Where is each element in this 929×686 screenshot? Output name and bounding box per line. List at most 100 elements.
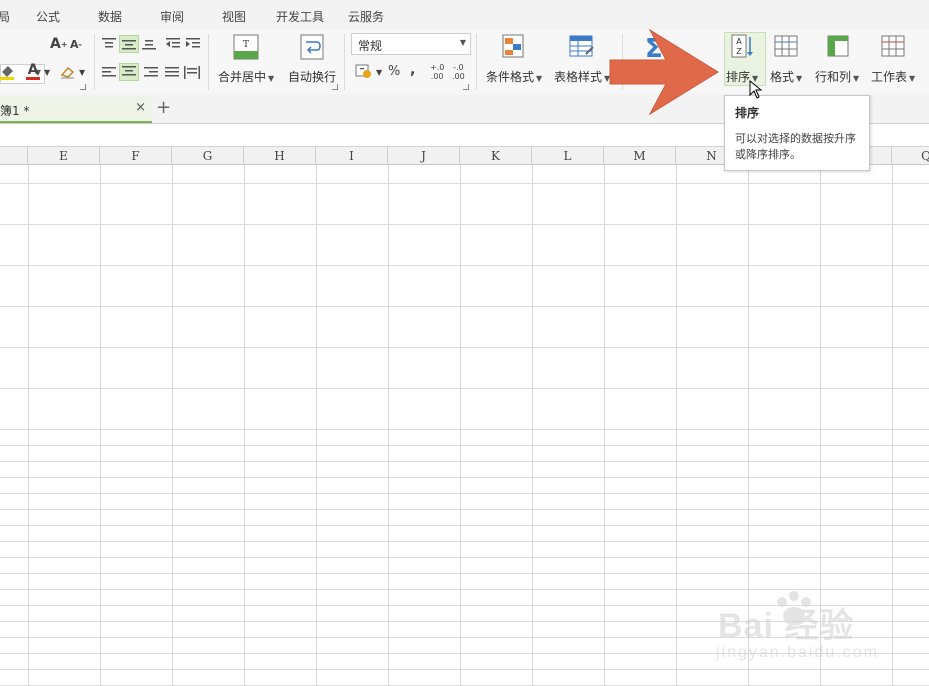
watermark-url: jingyan.baidu.com — [716, 644, 879, 661]
mouse-cursor-icon — [749, 80, 763, 99]
comma-style-button[interactable]: , — [410, 62, 415, 78]
row-gridline — [0, 347, 929, 348]
column-header[interactable]: E — [28, 147, 100, 165]
menu-data[interactable]: 数据 — [98, 8, 122, 25]
align-right-icon — [144, 67, 158, 77]
eraser-icon — [60, 66, 75, 79]
font-grow-button[interactable]: A + — [50, 36, 68, 52]
percent-button[interactable]: % — [388, 64, 400, 79]
annotation-arrow-icon — [609, 28, 719, 116]
column-header[interactable]: K — [460, 147, 532, 165]
chevron-down-icon: ▼ — [268, 74, 275, 83]
currency-button[interactable] — [355, 64, 375, 80]
wrap-text-button[interactable]: 自动换行 — [288, 32, 336, 85]
watermark-text: Bai 经验 — [718, 607, 855, 645]
merge-center-button[interactable]: T 合并居中 ▼ — [218, 32, 274, 85]
distribute-button[interactable] — [184, 66, 200, 79]
table-style-button[interactable]: 表格样式 ▼ — [554, 32, 610, 85]
chevron-down-icon: ▼ — [909, 74, 916, 83]
row-gridline — [0, 445, 929, 446]
baidu-watermark: Bai 经验 jingyan.baidu.com — [710, 591, 925, 686]
menu-cloud[interactable]: 云服务 — [348, 8, 384, 25]
increase-indent-button[interactable] — [186, 38, 200, 50]
menu-developer[interactable]: 开发工具 — [276, 8, 324, 25]
align-left-button[interactable] — [102, 67, 116, 79]
column-header-d[interactable] — [0, 147, 28, 165]
conditional-format-button[interactable]: 条件格式 ▼ — [486, 32, 542, 85]
column-gridline — [28, 165, 29, 686]
rows-cols-icon — [824, 34, 850, 60]
row-gridline — [0, 224, 929, 225]
separator — [94, 34, 95, 90]
increase-decimal-button[interactable]: +.0.00 — [430, 63, 444, 81]
align-bottom-button[interactable] — [142, 38, 156, 50]
format-button[interactable]: 格式 ▼ — [770, 32, 802, 85]
number-dialog-launcher[interactable] — [463, 84, 469, 90]
column-gridline — [460, 165, 461, 686]
row-gridline — [0, 265, 929, 266]
justify-button[interactable] — [165, 67, 179, 79]
column-gridline — [388, 165, 389, 686]
column-header[interactable]: L — [532, 147, 604, 165]
align-right-button[interactable] — [144, 67, 158, 79]
row-gridline — [0, 557, 929, 558]
close-icon[interactable]: × — [135, 100, 146, 115]
chevron-down-icon[interactable]: ▼ — [376, 68, 382, 77]
svg-text:Z: Z — [736, 47, 742, 56]
row-gridline — [0, 306, 929, 307]
column-gridline — [604, 165, 605, 686]
fill-color-button[interactable] — [0, 64, 16, 80]
row-gridline — [0, 429, 929, 430]
sort-button[interactable]: AZ 排序 ▼ — [726, 32, 758, 85]
column-header[interactable]: M — [604, 147, 676, 165]
column-header[interactable]: F — [100, 147, 172, 165]
column-header[interactable]: H — [244, 147, 316, 165]
outdent-icon — [166, 38, 180, 48]
add-tab-icon[interactable]: + — [156, 97, 171, 118]
menu-review[interactable]: 审阅 — [160, 8, 184, 25]
chevron-down-icon[interactable]: ▼ — [44, 68, 50, 77]
column-header[interactable]: Q — [892, 147, 929, 165]
menu-view[interactable]: 视图 — [222, 8, 246, 25]
align-middle-icon — [122, 40, 136, 50]
rows-cols-button[interactable]: 行和列 ▼ — [815, 32, 859, 85]
align-middle-button[interactable] — [119, 35, 139, 53]
chevron-down-icon: ▼ — [796, 74, 803, 83]
decrease-indent-button[interactable] — [166, 38, 180, 50]
row-gridline — [0, 493, 929, 494]
align-center-button[interactable] — [119, 63, 139, 81]
font-shrink-button[interactable]: A- — [70, 38, 82, 51]
row-gridline — [0, 573, 929, 574]
clear-format-button[interactable] — [60, 65, 78, 79]
font-color-swatch — [26, 77, 40, 80]
align-center-icon — [122, 66, 136, 76]
row-gridline — [0, 183, 929, 184]
align-top-icon — [102, 38, 116, 48]
column-gridline — [244, 165, 245, 686]
svg-text:A: A — [736, 37, 742, 46]
separator — [476, 34, 477, 90]
chevron-down-icon[interactable]: ▼ — [79, 68, 85, 77]
decrease-decimal-button[interactable]: -.0.00 — [452, 63, 465, 81]
menu-formulas[interactable]: 公式 — [36, 8, 60, 25]
font-dialog-launcher[interactable] — [80, 84, 86, 90]
alignment-dialog-launcher[interactable] — [332, 84, 338, 90]
row-gridline — [0, 461, 929, 462]
chevron-down-icon: ▼ — [459, 38, 466, 47]
worksheet-button[interactable]: 工作表 ▼ — [871, 32, 915, 85]
column-gridline — [676, 165, 677, 686]
number-format-select[interactable]: 常规 ▼ — [351, 33, 471, 55]
ribbon: ▼ A + A- A ▼ ▼ T 合并居中 ▼ 自动换行 常规 ▼ ▼ % , … — [0, 30, 929, 94]
align-top-button[interactable] — [102, 38, 116, 50]
column-header[interactable]: G — [172, 147, 244, 165]
justify-icon — [165, 67, 179, 77]
document-tab-label: 簿1 * — [0, 104, 30, 118]
font-color-button[interactable]: A — [26, 63, 40, 80]
column-header[interactable]: I — [316, 147, 388, 165]
column-header[interactable]: J — [388, 147, 460, 165]
sort-tooltip: 排序 可以对选择的数据按升序或降序排序。 — [724, 95, 870, 171]
distribute-icon — [184, 66, 200, 79]
menu-layout[interactable]: 局 — [0, 8, 10, 25]
document-tab[interactable]: 簿1 * × — [0, 96, 152, 123]
separator — [208, 34, 209, 90]
